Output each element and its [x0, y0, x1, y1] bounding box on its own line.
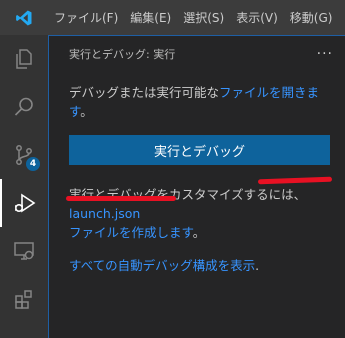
remote-explorer-icon [14, 242, 34, 260]
customize-paragraph: 実行とデバッグをカスタマイズするには、launch.json ファイルを作成しま… [69, 185, 327, 242]
open-file-paragraph: デバッグまたは実行可能なファイルを開きます。 [69, 83, 327, 121]
search-icon [14, 97, 33, 116]
run-debug-icon [14, 193, 36, 213]
explorer-button[interactable] [0, 35, 48, 83]
extensions-icon [15, 290, 32, 309]
intro-suffix: 。 [80, 104, 93, 119]
sidebar-content: デバッグまたは実行可能なファイルを開きます。 実行とデバッグ 実行とデバッグをカ… [49, 71, 345, 275]
show-all-debug-configs-link[interactable]: すべての自動デバッグ構成を表示 [69, 258, 255, 273]
menu-file[interactable]: ファイル(F) [48, 0, 124, 35]
menu-selection[interactable]: 選択(S) [177, 0, 230, 35]
files-icon [16, 49, 32, 69]
run-and-debug-button[interactable]: 実行とデバッグ [69, 135, 330, 165]
more-actions-icon[interactable]: ··· [317, 46, 333, 62]
search-button[interactable] [0, 83, 48, 131]
vscode-logo-icon [0, 0, 48, 35]
run-debug-button[interactable] [0, 179, 48, 227]
title-bar: ファイル(F) 編集(E) 選択(S) 表示(V) 移動(G) [0, 0, 345, 35]
menu-view[interactable]: 表示(V) [230, 0, 284, 35]
source-control-button[interactable]: 4 [0, 131, 48, 179]
annotation-underline-create-file [66, 196, 176, 201]
activity-bar: 4 [0, 35, 48, 338]
extensions-button[interactable] [0, 275, 48, 323]
remote-explorer-button[interactable] [0, 227, 48, 275]
create-file-link[interactable]: ファイルを作成します [69, 225, 193, 240]
menu-edit[interactable]: 編集(E) [124, 0, 177, 35]
intro-text: デバッグまたは実行可能な [69, 85, 220, 100]
launch-json-link[interactable]: launch.json [69, 206, 140, 221]
customize-suffix: 。 [192, 225, 206, 240]
show-all-paragraph: すべての自動デバッグ構成を表示. [69, 256, 327, 275]
sidebar-title: 実行とデバッグ: 実行 [69, 47, 176, 61]
show-all-suffix: . [255, 258, 260, 273]
source-control-badge: 4 [26, 157, 40, 171]
menu-bar: ファイル(F) 編集(E) 選択(S) 表示(V) 移動(G) [48, 0, 338, 35]
menu-go[interactable]: 移動(G) [284, 0, 339, 35]
run-debug-sidebar: 実行とデバッグ: 実行 ··· デバッグまたは実行可能なファイルを開きます。 実… [48, 35, 345, 338]
sidebar-header: 実行とデバッグ: 実行 ··· [49, 36, 345, 71]
